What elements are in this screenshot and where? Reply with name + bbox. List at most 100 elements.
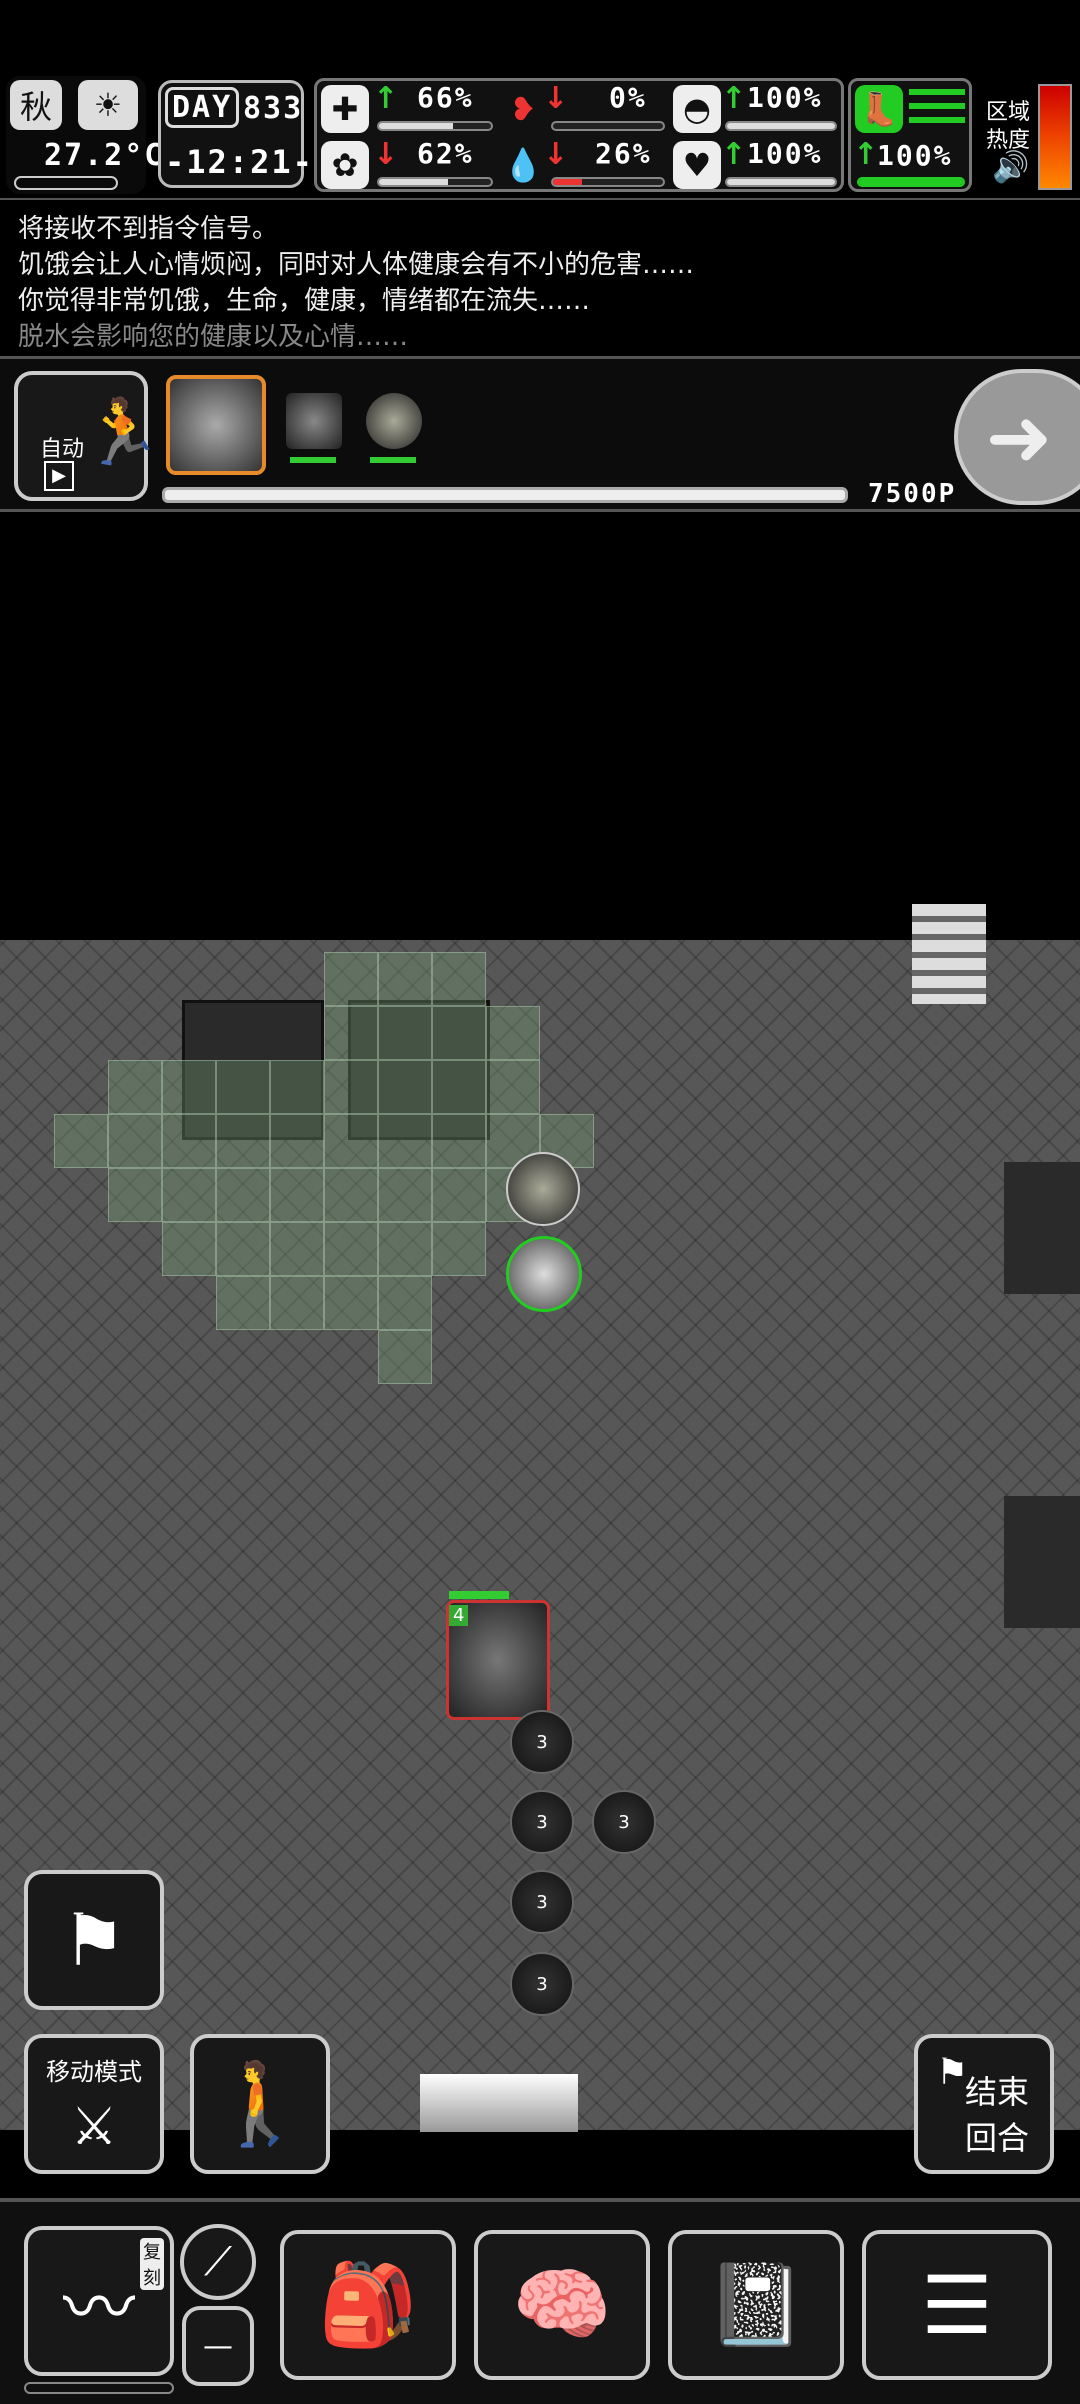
whip-weapon-icon: 〰 <box>62 2265 135 2350</box>
next-turn-arrow-button[interactable]: ➜ <box>954 369 1080 505</box>
move-range-tile[interactable] <box>324 1276 378 1330</box>
move-range-tile[interactable] <box>432 1006 486 1060</box>
auto-label: 自动 <box>40 437 85 462</box>
enemy-boss-unit[interactable]: 4 <box>446 1591 550 1720</box>
move-range-tile[interactable] <box>216 1168 270 1222</box>
move-range-tile[interactable] <box>378 1168 432 1222</box>
move-range-tile[interactable] <box>270 1114 324 1168</box>
move-range-tile[interactable] <box>432 1060 486 1114</box>
dash-icon: — <box>203 2328 233 2364</box>
thermometer-icon <box>14 176 118 190</box>
move-range-tile[interactable] <box>432 1168 486 1222</box>
enemy-unit[interactable]: 3 <box>510 1710 574 1774</box>
move-range-tile[interactable] <box>324 952 378 1006</box>
move-range-tile[interactable] <box>486 1060 540 1114</box>
inventory-button[interactable]: 🎒 <box>280 2230 456 2380</box>
move-range-tile[interactable] <box>54 1114 108 1168</box>
move-range-tile[interactable] <box>324 1222 378 1276</box>
journal-button[interactable]: 📓 <box>668 2230 844 2380</box>
move-range-tile[interactable] <box>378 1006 432 1060</box>
move-range-tile[interactable] <box>270 1168 324 1222</box>
stairs-down[interactable] <box>420 2074 578 2132</box>
enemy-unit[interactable]: 3 <box>510 1870 574 1934</box>
move-range-tile[interactable] <box>486 1006 540 1060</box>
move-range-tile[interactable] <box>432 1114 486 1168</box>
move-range-tile[interactable] <box>216 1114 270 1168</box>
hud-weather-panel: 秋 ☀ 27.2°C <box>6 76 162 194</box>
move-range-tile[interactable] <box>378 1060 432 1114</box>
portrait-player[interactable] <box>166 375 266 475</box>
action-points: 7500P <box>868 479 957 509</box>
move-range-tile[interactable] <box>324 1168 378 1222</box>
enemy-count: 3 <box>536 1891 548 1913</box>
play-icon: ▶ <box>44 461 74 491</box>
menu-button[interactable]: ☰ <box>862 2230 1052 2380</box>
weapon-slot-button[interactable]: 〰 复刻 <box>24 2226 174 2376</box>
move-range-tile[interactable] <box>270 1276 324 1330</box>
enemy-unit[interactable]: 3 <box>510 1952 574 2016</box>
player-unit[interactable] <box>506 1236 582 1312</box>
walk-button[interactable]: 🚶 <box>190 2034 330 2174</box>
turn-progress-bar <box>162 487 848 503</box>
move-range-tile[interactable] <box>270 1060 324 1114</box>
move-range-tile[interactable] <box>378 1276 432 1330</box>
move-range-tile[interactable] <box>162 1060 216 1114</box>
move-range-tile[interactable] <box>378 952 432 1006</box>
portrait-ally-1[interactable] <box>286 393 342 449</box>
helmet-icon: ◓ <box>673 85 721 133</box>
move-range-tile[interactable] <box>324 1060 378 1114</box>
enemy-count: 3 <box>536 1811 548 1833</box>
arrow-up-icon: ↑ <box>721 137 747 172</box>
end-turn-button[interactable]: ⚑ 结束 回合 <box>914 2034 1054 2174</box>
copy-label: 复刻 <box>140 2238 164 2290</box>
move-range-tile[interactable] <box>324 1114 378 1168</box>
bottom-bar: 〰 复刻 ⟋ — 🎒 🧠 📓 ☰ <box>0 2198 1080 2404</box>
skill-swap-button[interactable]: ⟋ <box>180 2224 256 2300</box>
message-line: 饥饿会让人心情烦闷，同时对人体健康会有不小的危害…… <box>18 250 695 280</box>
quick-slot-button[interactable]: — <box>182 2306 254 2386</box>
enemy-count: 3 <box>536 1973 548 1995</box>
ally-turret-unit[interactable] <box>506 1152 580 1226</box>
move-range-tile[interactable] <box>270 1222 324 1276</box>
message-line: 脱水会影响您的健康以及心情…… <box>18 322 409 352</box>
move-mode-button[interactable]: 移动模式 ⚔ <box>24 2034 164 2174</box>
brain-icon: ✿ <box>321 141 369 189</box>
speaker-icon[interactable]: 🔊 <box>992 150 1029 185</box>
end-turn-label-2: 回合 <box>964 2119 1029 2157</box>
stomach-icon: ❥ <box>499 85 547 133</box>
enemy-count: 3 <box>618 1811 630 1833</box>
game-clock: -12:21- <box>165 143 314 181</box>
arrow-down-icon: ↓ <box>543 81 569 116</box>
waypoint-button[interactable]: ⚑ <box>24 1870 164 2010</box>
list-menu-icon: ☰ <box>921 2258 993 2352</box>
mood-bar <box>377 177 493 187</box>
auto-button[interactable]: 自动 ▶ 🏃 <box>14 371 162 501</box>
mind-button[interactable]: 🧠 <box>474 2230 650 2380</box>
hunger-value: 0% <box>609 81 647 114</box>
move-range-tile[interactable] <box>216 1276 270 1330</box>
move-range-tile[interactable] <box>216 1222 270 1276</box>
move-range-tile[interactable] <box>108 1168 162 1222</box>
move-range-tile[interactable] <box>378 1222 432 1276</box>
move-range-tile[interactable] <box>432 1222 486 1276</box>
arrow-down-icon: ↓ <box>543 137 569 172</box>
move-range-tile[interactable] <box>108 1060 162 1114</box>
notebook-icon: 📓 <box>706 2258 806 2351</box>
move-range-tile[interactable] <box>108 1114 162 1168</box>
health-bar <box>377 121 493 131</box>
enemy-unit[interactable]: 3 <box>592 1790 656 1854</box>
move-range-tile[interactable] <box>432 952 486 1006</box>
move-range-tile[interactable] <box>216 1060 270 1114</box>
stairs-up[interactable] <box>912 904 986 1004</box>
temperature-readout: 27.2°C <box>44 138 165 173</box>
portrait-ally-2[interactable] <box>366 393 422 449</box>
move-range-tile[interactable] <box>162 1222 216 1276</box>
move-range-tile[interactable] <box>162 1114 216 1168</box>
day-panel: DAY 833 -12:21- <box>158 80 312 188</box>
move-range-tile[interactable] <box>162 1168 216 1222</box>
enemy-unit[interactable]: 3 <box>510 1790 574 1854</box>
turn-bar: 自动 ▶ 🏃 7500P ➜ <box>0 356 1080 512</box>
move-range-tile[interactable] <box>378 1114 432 1168</box>
move-range-tile[interactable] <box>378 1330 432 1384</box>
move-range-tile[interactable] <box>324 1006 378 1060</box>
